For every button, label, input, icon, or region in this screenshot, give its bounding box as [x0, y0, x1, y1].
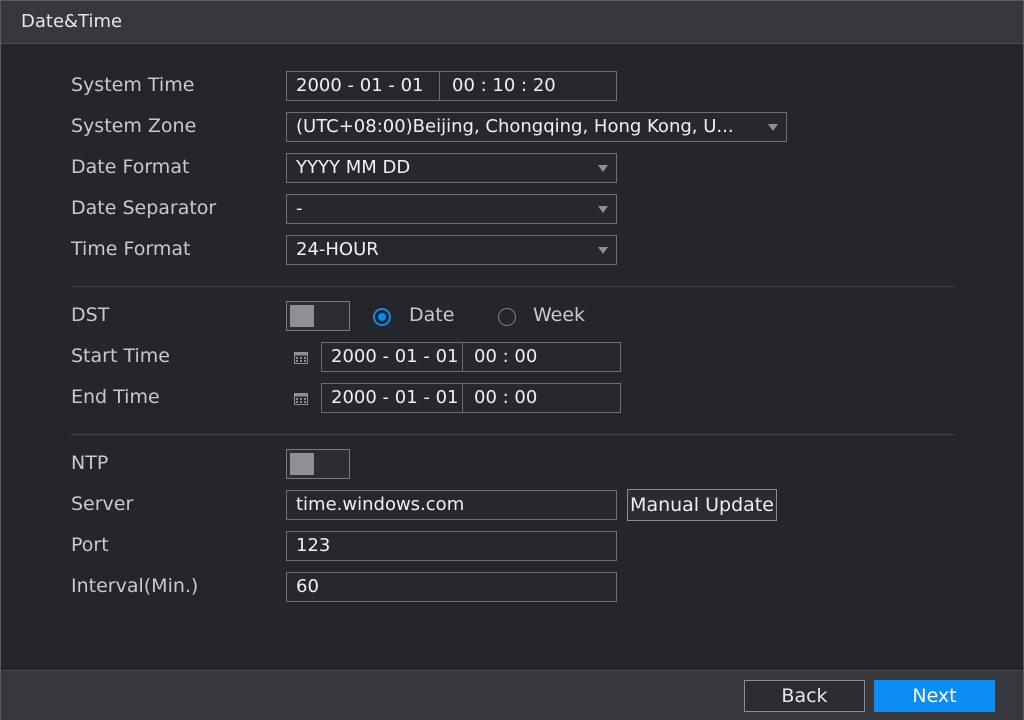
label-server: Server	[71, 493, 134, 515]
date-separator-value: -	[296, 198, 303, 219]
dst-radio-date-label[interactable]: Date	[409, 304, 454, 326]
time-format-value: 24-HOUR	[296, 239, 379, 260]
dst-start-time-field[interactable]: 2000 - 01 - 01 00 : 00	[321, 342, 621, 372]
system-zone-select[interactable]: (UTC+08:00)Beijing, Chongqing, Hong Kong…	[286, 112, 787, 142]
calendar-icon[interactable]	[294, 392, 308, 405]
label-system-time: System Time	[71, 74, 195, 96]
ntp-port-input[interactable]: 123	[286, 531, 617, 561]
time-format-select[interactable]: 24-HOUR	[286, 235, 617, 265]
dst-end-time[interactable]: 00 : 00	[474, 384, 537, 412]
date-time-window: Date&Time System Time 2000 - 01 - 01 00 …	[0, 0, 1024, 720]
footer-bar: Back Next	[1, 670, 1023, 720]
chevron-down-icon	[598, 206, 608, 213]
label-end-time: End Time	[71, 386, 160, 408]
system-time-date[interactable]: 2000 - 01 - 01	[296, 75, 424, 96]
label-date-separator: Date Separator	[71, 197, 217, 219]
back-button[interactable]: Back	[744, 680, 865, 712]
window-title: Date&Time	[21, 11, 123, 32]
section-divider	[71, 434, 955, 435]
ntp-toggle[interactable]	[286, 449, 350, 479]
chevron-down-icon	[598, 247, 608, 254]
field-divider	[462, 384, 463, 412]
ntp-port-value: 123	[296, 535, 331, 556]
label-start-time: Start Time	[71, 345, 170, 367]
dst-radio-week[interactable]	[498, 308, 516, 326]
label-date-format: Date Format	[71, 156, 190, 178]
calendar-icon[interactable]	[294, 351, 308, 364]
next-button[interactable]: Next	[874, 680, 995, 712]
system-zone-value: (UTC+08:00)Beijing, Chongqing, Hong Kong…	[296, 116, 734, 137]
dst-end-date[interactable]: 2000 - 01 - 01	[331, 387, 459, 408]
label-port: Port	[71, 534, 109, 556]
dst-toggle[interactable]	[286, 301, 350, 331]
field-divider	[462, 343, 463, 371]
toggle-knob	[290, 305, 314, 327]
dst-start-time[interactable]: 00 : 00	[474, 343, 537, 371]
date-format-select[interactable]: YYYY MM DD	[286, 153, 617, 183]
label-system-zone: System Zone	[71, 115, 197, 137]
section-divider	[71, 286, 955, 287]
ntp-interval-value: 60	[296, 576, 319, 597]
date-separator-select[interactable]: -	[286, 194, 617, 224]
label-interval: Interval(Min.)	[71, 575, 199, 597]
system-time-time[interactable]: 00 : 10 : 20	[452, 72, 556, 100]
label-dst: DST	[71, 304, 110, 326]
ntp-server-value: time.windows.com	[296, 494, 465, 515]
field-divider	[439, 72, 440, 100]
dst-radio-week-label[interactable]: Week	[533, 304, 585, 326]
date-format-value: YYYY MM DD	[296, 157, 411, 178]
manual-update-button[interactable]: Manual Update	[627, 489, 777, 521]
chevron-down-icon	[768, 124, 778, 131]
title-bar: Date&Time	[1, 1, 1023, 44]
toggle-knob	[290, 453, 314, 475]
label-time-format: Time Format	[71, 238, 191, 260]
dst-start-date[interactable]: 2000 - 01 - 01	[331, 346, 459, 367]
dst-end-time-field[interactable]: 2000 - 01 - 01 00 : 00	[321, 383, 621, 413]
label-ntp: NTP	[71, 452, 109, 474]
system-time-field[interactable]: 2000 - 01 - 01 00 : 10 : 20	[286, 71, 617, 101]
ntp-interval-input[interactable]: 60	[286, 572, 617, 602]
ntp-server-input[interactable]: time.windows.com	[286, 490, 617, 520]
chevron-down-icon	[598, 165, 608, 172]
dst-radio-date[interactable]	[373, 308, 391, 326]
